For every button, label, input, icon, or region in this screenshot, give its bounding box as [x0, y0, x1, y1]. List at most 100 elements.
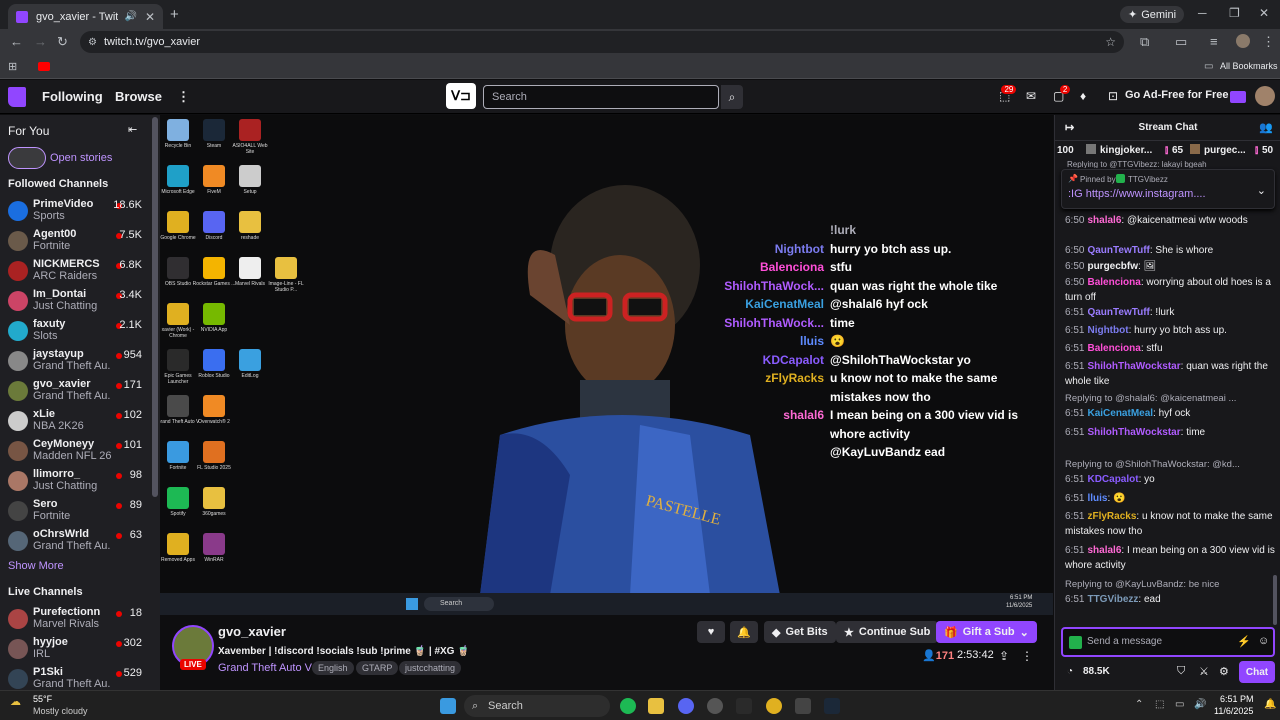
sidebar-channel-ceymoneyy[interactable]: CeyMoneyy Madden NFL 26 101 [0, 437, 150, 467]
volume-icon[interactable]: 🔊 [1194, 699, 1206, 710]
steam-icon[interactable] [824, 698, 840, 714]
file-explorer-icon[interactable] [648, 698, 664, 714]
speaker-icon[interactable]: 🔊 [124, 11, 136, 22]
site-info-icon[interactable]: ⚙ [88, 37, 97, 48]
chat-message[interactable]: 6:50 purgecbfw: 🖼 [1065, 259, 1275, 274]
chat-message[interactable]: 6:51 zFlyRacks: u know not to make the sa… [1065, 509, 1275, 539]
share-icon[interactable]: ⇪ [999, 649, 1009, 663]
chat-username[interactable]: KaiCenatMeal [1087, 408, 1153, 419]
sword-icon[interactable]: ⚔ [1199, 665, 1209, 678]
chat-username[interactable]: TTGVibezz [1087, 594, 1138, 605]
chat-username[interactable]: zFlyRacks [1087, 511, 1136, 522]
streamer-name[interactable]: gvo_xavier [218, 624, 286, 639]
back-icon[interactable]: ← [10, 34, 23, 49]
expand-pinned-icon[interactable]: ⌄ [1257, 184, 1266, 197]
new-tab-button[interactable]: + [170, 6, 179, 23]
chat-message[interactable]: 6:50 shalal6: @kaicenatmeai wtw woods [1065, 213, 1275, 228]
obs-icon[interactable] [707, 698, 723, 714]
profile-avatar[interactable] [1236, 34, 1250, 48]
chat-message[interactable]: 6:51 ShilohThaWockstar: time [1065, 425, 1275, 440]
tray-icon[interactable]: ⬚ [1155, 699, 1164, 710]
tag-gtarp[interactable]: GTARP [356, 661, 399, 675]
chat-username[interactable]: shalal6 [1087, 215, 1121, 226]
extensions-icon[interactable]: ⧉ [1140, 34, 1149, 50]
epic-games-icon[interactable] [736, 698, 752, 714]
sidebar-channel-nickmercs[interactable]: NICKMERCS ARC Raiders 6.8K [0, 257, 150, 287]
chat-send-button[interactable]: Chat [1239, 661, 1275, 683]
notification-center-icon[interactable]: 🔔 [1264, 699, 1276, 710]
sidebar-scrollbar[interactable] [152, 117, 158, 497]
tray-chevron-icon[interactable]: ⌃ [1135, 699, 1143, 710]
tag-english[interactable]: English [312, 661, 354, 675]
inbox-icon[interactable]: ⬚ 29 [999, 85, 1017, 103]
chat-scrollbar[interactable] [1273, 575, 1277, 625]
sidebar-channel-faxuty[interactable]: faxuty Slots 2.1K [0, 317, 150, 347]
video-player[interactable]: Recycle Bin Steam ASIO4ALL Web Site Microso… [160, 115, 1053, 615]
tag-justcchatting[interactable]: justcchatting [399, 661, 462, 675]
sidebar-channel-sero[interactable]: Sero Fortnite 89 [0, 497, 150, 527]
pinned-text[interactable]: :IG https://www.instagram.... [1068, 188, 1206, 200]
notification-bell-button[interactable]: 🔔 [730, 621, 758, 643]
search-input[interactable]: Search [483, 85, 719, 109]
chat-message[interactable]: 6:51 lluis: 😮 [1065, 491, 1275, 506]
chat-username[interactable]: QaunTewTuff [1087, 245, 1149, 256]
pinned-message[interactable]: 📌 Pinned by TTGVibezz :IG https://www.in… [1061, 169, 1275, 209]
chrome-icon[interactable] [766, 698, 782, 714]
stories-avatars[interactable] [8, 147, 46, 169]
sidebar-channel-primevideo[interactable]: PrimeVideo Sports 18.6K [0, 197, 150, 227]
stream-game[interactable]: Grand Theft Auto V [218, 662, 312, 674]
taskbar-search[interactable]: ⌕ Search [464, 695, 610, 717]
chat-username[interactable]: Balenciona [1087, 343, 1140, 354]
more-options-icon[interactable]: ⋮ [1021, 649, 1033, 663]
bits-cheer-icon[interactable]: ⚡ [1237, 635, 1251, 648]
capcut-icon[interactable] [795, 698, 811, 714]
address-bar[interactable]: ⚙ twitch.tv/gvo_xavier ☆ [80, 31, 1124, 53]
chat-username[interactable]: lluis [1087, 493, 1107, 504]
sidebar-channel-xlie[interactable]: xLie NBA 2K26 102 [0, 407, 150, 437]
follow-heart-button[interactable]: ♥ [697, 621, 725, 643]
bookmark-star-icon[interactable]: ☆ [1105, 35, 1116, 49]
sidebar-channel-purefectionn[interactable]: Purefectionn Marvel Rivals 18 [0, 605, 150, 635]
gemini-button[interactable]: ✦ Gemini [1120, 6, 1185, 23]
twitch-logo-icon[interactable] [8, 87, 26, 107]
chat-username[interactable]: purgecbfw [1087, 261, 1138, 272]
sidebar-channel-hyyjoe[interactable]: hyyjoe IRL 302 [0, 635, 150, 665]
sidebar-channel-im_dontai[interactable]: Im_Dontai Just Chatting 3.4K [0, 287, 150, 317]
chat-username[interactable]: Nightbot [1087, 325, 1128, 336]
chat-username[interactable]: QaunTewTuff [1087, 307, 1149, 318]
chat-message[interactable]: 6:51 ShilohThaWockstar: quan was right th… [1065, 359, 1275, 389]
more-menu-icon[interactable]: ⋮ [177, 89, 190, 105]
cast-icon[interactable]: ▭ [1175, 34, 1187, 50]
all-bookmarks-link[interactable]: All Bookmarks [1220, 61, 1278, 71]
reload-icon[interactable]: ↻ [57, 34, 68, 50]
forward-icon[interactable]: → [34, 34, 47, 49]
leaderboard[interactable]: 100 kingjoker... ⫾ 65 purgec... ⫾ 50 [1055, 142, 1280, 160]
sidebar-channel-agent00[interactable]: Agent00 Fortnite 7.5K [0, 227, 150, 257]
open-stories-link[interactable]: Open stories [50, 152, 112, 164]
sidebar-channel-llimorro_[interactable]: llimorro_ Just Chatting 98 [0, 467, 150, 497]
shield-icon[interactable]: ⛉ [1177, 665, 1185, 678]
collapse-chat-icon[interactable]: ↦ [1065, 115, 1074, 141]
gift-sub-button[interactable]: 🎁 Gift a Sub ⌄ [936, 621, 1037, 643]
show-more-link[interactable]: Show More [8, 560, 64, 572]
chat-input[interactable]: Send a message ⚡ ☺ [1061, 627, 1275, 657]
menu-dots-icon[interactable]: ⋮ [1262, 34, 1275, 50]
whispers-icon[interactable]: ✉ [1026, 89, 1036, 103]
youtube-bookmark-icon[interactable] [38, 62, 50, 71]
media-icon[interactable]: ≡ [1210, 34, 1218, 49]
chat-username[interactable]: Balenciona [1087, 277, 1140, 288]
discord-icon[interactable] [678, 698, 694, 714]
chat-message[interactable]: 6:51 Nightbot: hurry yo btch ass up. [1065, 323, 1275, 338]
community-icon[interactable]: 👥 [1259, 115, 1273, 141]
windows-start-icon[interactable] [440, 698, 456, 714]
chat-username[interactable]: ShilohThaWockstar [1087, 427, 1180, 438]
sidebar-channel-p1ski[interactable]: P1Ski Grand Theft Au... 529 [0, 665, 150, 690]
chat-username[interactable]: ShilohThaWockstar [1087, 361, 1180, 372]
spotify-icon[interactable] [620, 698, 636, 714]
network-icon[interactable]: ▭ [1175, 699, 1184, 710]
chat-message[interactable]: Replying to @shalal6: @kaicenatmeai ... 6… [1065, 391, 1275, 421]
badge-icon[interactable] [1069, 636, 1082, 649]
chat-message[interactable]: 6:51 Balenciona: stfu [1065, 341, 1275, 356]
browser-tab[interactable]: gvo_xavier - Twitch 🔊 ✕ [8, 4, 163, 29]
nav-following[interactable]: Following [42, 89, 103, 104]
